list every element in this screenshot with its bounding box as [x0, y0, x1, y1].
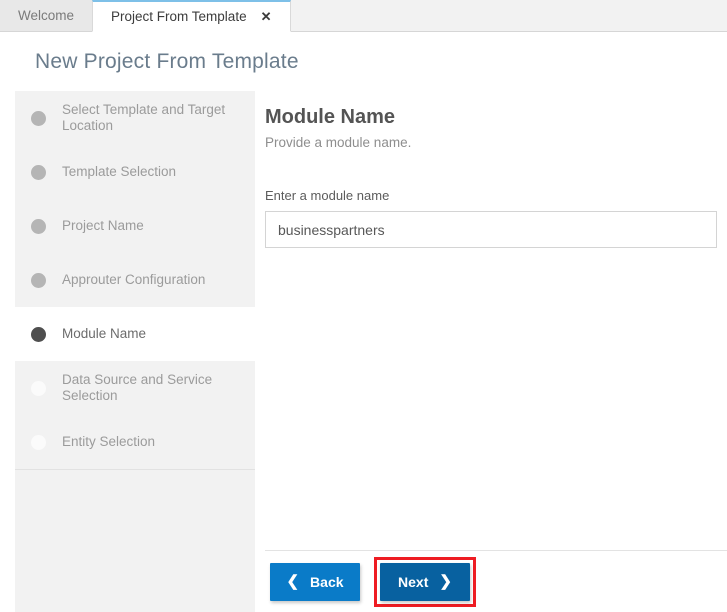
step-status-dot-icon: [31, 327, 46, 342]
step-status-dot-icon: [31, 273, 46, 288]
page-title: New Project From Template: [35, 50, 299, 74]
tab-welcome-label: Welcome: [18, 9, 74, 23]
sidebar-step-label: Data Source and Service Selection: [62, 372, 243, 404]
step-status-dot-icon: [31, 435, 46, 450]
sidebar-step-project-name[interactable]: Project Name: [15, 199, 255, 253]
sidebar-step-label: Select Template and Target Location: [62, 102, 243, 134]
step-status-dot-icon: [31, 219, 46, 234]
sidebar-step-data-source-and-service-selection[interactable]: Data Source and Service Selection: [15, 361, 255, 415]
section-title: Module Name: [265, 106, 717, 129]
sidebar-empty-area: [15, 470, 255, 612]
module-name-input[interactable]: [265, 211, 717, 248]
next-button-highlight-annotation: Next ❯: [374, 557, 476, 607]
tab-bar: Welcome Project From Template ✕: [0, 0, 727, 32]
chevron-left-icon: ❮: [286, 574, 299, 589]
step-status-dot-icon: [31, 165, 46, 180]
wizard-sidebar-wrapper: Select Template and Target Location Temp…: [0, 91, 255, 612]
sidebar-step-module-name[interactable]: Module Name: [15, 307, 255, 361]
page-header: New Project From Template: [0, 32, 727, 91]
wizard-container: Select Template and Target Location Temp…: [0, 91, 727, 612]
wizard-main-panel: Module Name Provide a module name. Enter…: [255, 91, 727, 612]
sidebar-step-select-template-and-target-location[interactable]: Select Template and Target Location: [15, 91, 255, 145]
sidebar-step-label: Template Selection: [62, 164, 176, 180]
next-button-label: Next: [398, 574, 428, 590]
sidebar-step-template-selection[interactable]: Template Selection: [15, 145, 255, 199]
sidebar-step-entity-selection[interactable]: Entity Selection: [15, 415, 255, 469]
back-button-label: Back: [310, 574, 343, 590]
chevron-right-icon: ❯: [439, 574, 452, 589]
section-subtitle: Provide a module name.: [265, 135, 717, 150]
back-button[interactable]: ❮ Back: [270, 563, 360, 601]
step-status-dot-icon: [31, 111, 46, 126]
tab-welcome[interactable]: Welcome: [0, 0, 92, 31]
sidebar-step-label: Module Name: [62, 326, 146, 342]
sidebar-step-label: Approuter Configuration: [62, 272, 205, 288]
tab-project-from-template-label: Project From Template: [111, 10, 247, 24]
step-content: Module Name Provide a module name. Enter…: [265, 91, 727, 550]
next-button[interactable]: Next ❯: [380, 563, 470, 601]
wizard-step-list: Select Template and Target Location Temp…: [15, 91, 255, 612]
step-status-dot-icon: [31, 381, 46, 396]
sidebar-step-approuter-configuration[interactable]: Approuter Configuration: [15, 253, 255, 307]
sidebar-step-label: Project Name: [62, 218, 144, 234]
wizard-footer: ❮ Back Next ❯: [265, 550, 727, 612]
close-icon[interactable]: ✕: [261, 10, 272, 23]
sidebar-step-label: Entity Selection: [62, 434, 155, 450]
tab-bar-filler: [291, 0, 727, 31]
module-name-field-label: Enter a module name: [265, 188, 717, 203]
tab-project-from-template[interactable]: Project From Template ✕: [92, 0, 290, 32]
